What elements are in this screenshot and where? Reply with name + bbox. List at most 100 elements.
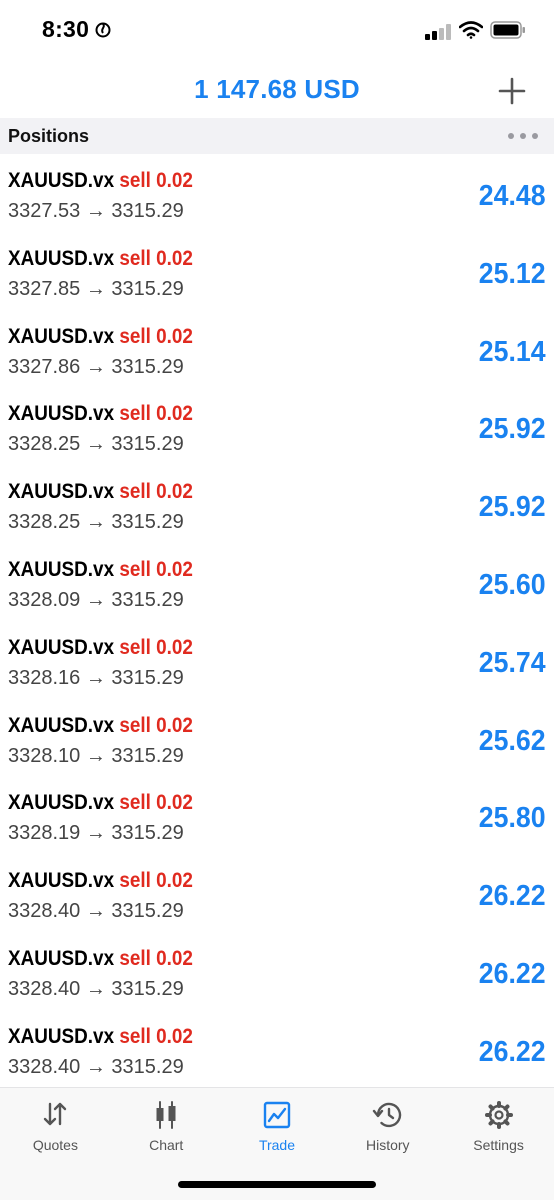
position-row[interactable]: XAUUSD.vx sell 0.02 3327.86 → 3315.29 25.1… <box>0 316 554 394</box>
position-side: sell <box>119 246 151 270</box>
position-side: sell <box>119 169 151 192</box>
settings-icon <box>484 1101 513 1129</box>
section-title: Positions <box>8 126 90 146</box>
home-indicator <box>178 1181 376 1188</box>
position-row[interactable]: XAUUSD.vx sell 0.02 3328.25 → 3315.29 25.9… <box>0 471 554 549</box>
arrow-icon: → <box>85 355 106 378</box>
position-symbol: XAUUSD.vx <box>8 869 115 893</box>
current-price: 3315.29 <box>111 511 184 534</box>
tab-label: History <box>366 1137 410 1153</box>
position-title: XAUUSD.vx sell 0.02 <box>8 402 193 426</box>
position-title: XAUUSD.vx sell 0.02 <box>8 636 193 660</box>
arrow-icon: → <box>85 977 106 1000</box>
tab-quotes[interactable]: Quotes <box>0 1088 111 1168</box>
position-prices: 3327.53 → 3315.29 <box>8 200 184 223</box>
position-row[interactable]: XAUUSD.vx sell 0.02 3328.40 → 3315.29 26.2… <box>0 1016 554 1082</box>
position-volume: 0.02 <box>156 246 193 270</box>
position-title: XAUUSD.vx sell 0.02 <box>8 869 193 893</box>
position-profit: 24.48 <box>479 180 546 212</box>
position-volume: 0.02 <box>156 1024 193 1048</box>
position-prices: 3328.40 → 3315.29 <box>8 978 184 1001</box>
header: 1 147.68 USD <box>0 62 554 117</box>
position-symbol: XAUUSD.vx <box>8 791 115 815</box>
position-volume: 0.02 <box>156 324 193 348</box>
open-price: 3328.16 <box>8 666 81 689</box>
tab-chart[interactable]: Chart <box>111 1088 222 1168</box>
position-profit: 26.22 <box>479 1035 546 1068</box>
position-side: sell <box>119 324 151 348</box>
status-bar: 8:30 <box>0 0 554 62</box>
plus-icon[interactable] <box>494 73 530 109</box>
arrow-icon: → <box>85 588 106 611</box>
position-profit: 25.14 <box>479 335 546 368</box>
chart-icon <box>156 1101 176 1129</box>
position-profit: 25.12 <box>479 257 546 290</box>
position-symbol: XAUUSD.vx <box>8 480 115 504</box>
position-row[interactable]: XAUUSD.vx sell 0.02 3327.85 → 3315.29 25.1… <box>0 238 554 316</box>
position-prices: 3328.10 → 3315.29 <box>8 745 184 768</box>
position-title: XAUUSD.vx sell 0.02 <box>8 947 193 971</box>
focus-icon <box>95 22 111 38</box>
position-profit: 25.80 <box>479 802 546 835</box>
position-volume: 0.02 <box>156 713 193 737</box>
current-price: 3315.29 <box>111 355 184 378</box>
position-row[interactable]: XAUUSD.vx sell 0.02 3328.10 → 3315.29 25.6… <box>0 705 554 783</box>
position-row[interactable]: XAUUSD.vx sell 0.02 3328.16 → 3315.29 25.7… <box>0 627 554 705</box>
tab-trade[interactable]: Trade <box>222 1088 333 1168</box>
position-prices: 3328.25 → 3315.29 <box>8 433 184 456</box>
position-prices: 3328.25 → 3315.29 <box>8 511 184 534</box>
arrow-icon: → <box>85 1055 106 1078</box>
position-row[interactable]: XAUUSD.vx sell 0.02 3328.40 → 3315.29 26.2… <box>0 860 554 938</box>
tab-label: Chart <box>149 1137 184 1153</box>
account-balance[interactable]: 1 147.68 USD <box>0 74 554 105</box>
tab-history[interactable]: History <box>332 1088 443 1168</box>
position-row[interactable]: XAUUSD.vx sell 0.02 3328.25 → 3315.29 25.9… <box>0 393 554 471</box>
position-volume: 0.02 <box>156 480 193 504</box>
position-profit: 26.22 <box>479 880 546 913</box>
battery-icon <box>490 21 525 39</box>
position-row[interactable]: XAUUSD.vx sell 0.02 3328.40 → 3315.29 26.2… <box>0 938 554 1016</box>
position-symbol: XAUUSD.vx <box>8 324 115 348</box>
position-symbol: XAUUSD.vx <box>8 946 115 970</box>
position-title: XAUUSD.vx sell 0.02 <box>8 714 193 738</box>
more-options-icon[interactable] <box>506 126 540 146</box>
position-prices: 3327.85 → 3315.29 <box>8 278 184 301</box>
arrow-icon: → <box>85 277 106 300</box>
position-profit: 25.74 <box>479 646 546 679</box>
tab-label: Settings <box>473 1137 524 1153</box>
position-symbol: XAUUSD.vx <box>8 635 115 659</box>
position-row[interactable]: XAUUSD.vx sell 0.02 3328.09 → 3315.29 25.6… <box>0 549 554 627</box>
position-prices: 3328.09 → 3315.29 <box>8 589 184 612</box>
position-symbol: XAUUSD.vx <box>8 557 115 581</box>
position-volume: 0.02 <box>156 946 193 970</box>
position-title: XAUUSD.vx sell 0.02 <box>8 247 193 271</box>
open-price: 3328.40 <box>8 1055 81 1078</box>
wifi-icon <box>459 21 483 39</box>
current-price: 3315.29 <box>111 433 184 456</box>
arrow-icon: → <box>85 433 106 456</box>
position-side: sell <box>119 869 151 893</box>
position-title: XAUUSD.vx sell 0.02 <box>8 558 193 582</box>
open-price: 3328.09 <box>8 588 81 611</box>
position-side: sell <box>119 635 151 659</box>
arrow-icon: → <box>85 822 106 845</box>
position-row[interactable]: XAUUSD.vx sell 0.02 3328.19 → 3315.29 25.8… <box>0 782 554 860</box>
current-price: 3315.29 <box>111 277 184 300</box>
position-volume: 0.02 <box>156 557 193 581</box>
position-side: sell <box>119 1024 151 1048</box>
position-prices: 3327.86 → 3315.29 <box>8 356 184 379</box>
position-volume: 0.02 <box>156 791 193 815</box>
current-price: 3315.29 <box>111 1055 184 1078</box>
position-title: XAUUSD.vx sell 0.02 <box>8 1025 193 1049</box>
current-price: 3315.29 <box>111 744 184 767</box>
tab-settings[interactable]: Settings <box>443 1088 554 1168</box>
position-profit: 25.62 <box>479 724 546 757</box>
current-price: 3315.29 <box>111 200 184 222</box>
quotes-icon <box>44 1102 67 1126</box>
position-row[interactable]: XAUUSD.vx sell 0.02 3327.53 → 3315.29 24.4… <box>0 160 554 238</box>
position-prices: 3328.40 → 3315.29 <box>8 900 184 923</box>
open-price: 3327.86 <box>8 355 81 378</box>
position-symbol: XAUUSD.vx <box>8 246 115 270</box>
position-title: XAUUSD.vx sell 0.02 <box>8 169 193 193</box>
open-price: 3328.10 <box>8 744 81 767</box>
